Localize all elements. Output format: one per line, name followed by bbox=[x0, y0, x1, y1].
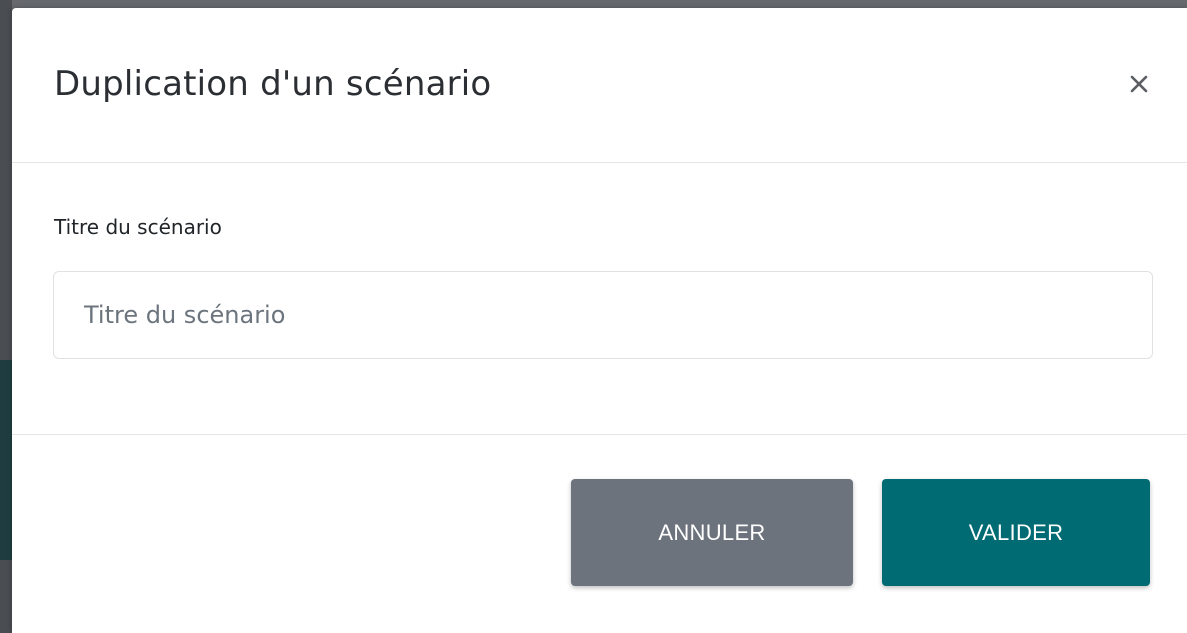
close-button[interactable] bbox=[1121, 66, 1157, 102]
dialog-body: Titre du scénario bbox=[12, 163, 1187, 435]
validate-button[interactable]: VALIDER bbox=[882, 479, 1150, 586]
scenario-title-input[interactable] bbox=[53, 271, 1153, 359]
close-icon bbox=[1121, 66, 1157, 102]
cancel-button[interactable]: ANNULER bbox=[571, 479, 853, 586]
duplicate-scenario-dialog: Duplication d'un scénario Titre du scéna… bbox=[12, 8, 1187, 633]
dialog-footer: ANNULER VALIDER bbox=[12, 435, 1187, 633]
background-page-edge bbox=[0, 0, 12, 633]
dialog-title: Duplication d'un scénario bbox=[54, 64, 492, 104]
background-panel bbox=[0, 360, 12, 560]
scenario-title-label: Titre du scénario bbox=[54, 215, 222, 239]
dialog-header: Duplication d'un scénario bbox=[12, 8, 1187, 163]
